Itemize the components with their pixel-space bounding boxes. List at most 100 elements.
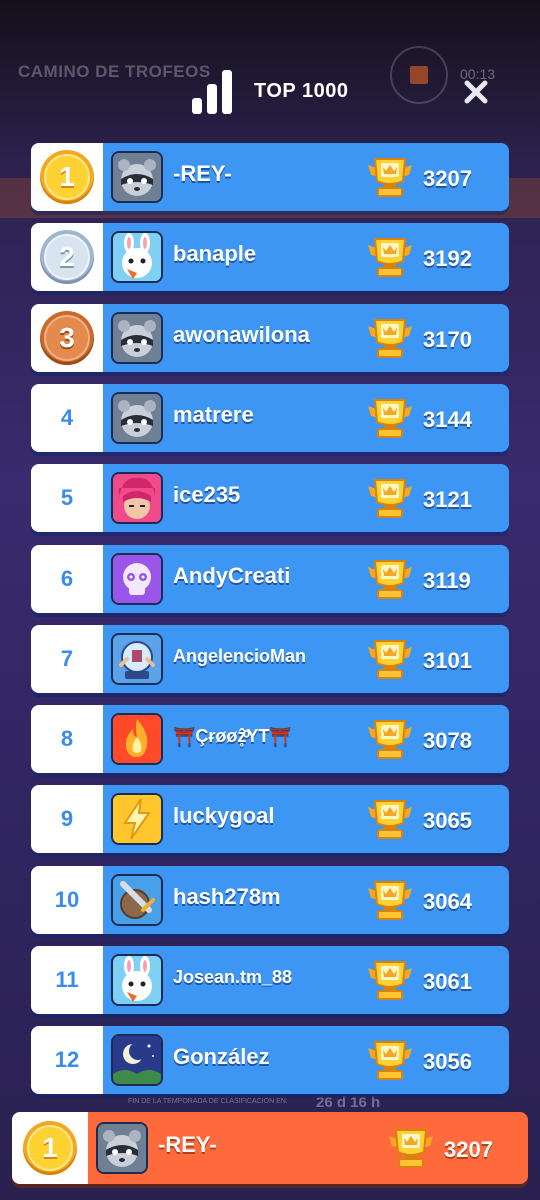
player-name: AndyCreati xyxy=(173,563,291,588)
player-name: hash278m xyxy=(173,884,281,909)
background-season-time: 26 d 16 h xyxy=(316,1094,381,1111)
trophy-score: 3078 xyxy=(423,728,472,753)
trophy-icon xyxy=(365,155,415,203)
trophy-icon xyxy=(365,878,415,926)
rank-cell: 9 xyxy=(31,785,103,853)
player-name: banaple xyxy=(173,241,257,266)
leaderboard-header: TOP 1000 xyxy=(0,64,540,124)
gold-medal-icon: 1 xyxy=(23,1121,77,1175)
leaderboard-row[interactable]: 10 hash278m 3064 xyxy=(31,866,509,934)
skull-avatar xyxy=(111,553,163,605)
rank-number: 11 xyxy=(55,967,79,992)
medal-rank-number: 1 xyxy=(27,1125,73,1171)
leaderboard-row[interactable]: 2 banaple 3192 xyxy=(31,223,509,291)
trophy-icon xyxy=(365,717,415,765)
raccoon-avatar xyxy=(111,312,163,364)
trophy-icon xyxy=(365,557,415,605)
leaderboard-row[interactable]: 1 -REY- 3207 xyxy=(31,143,509,211)
bunny-avatar xyxy=(111,231,163,283)
trophy-icon xyxy=(365,476,415,524)
leaderboard-row[interactable]: 5 ice235 3121 xyxy=(31,464,509,532)
trophy-score: 3192 xyxy=(423,246,472,271)
trophy-icon xyxy=(365,958,415,1006)
leaderboard-row[interactable]: 4 matrere 3144 xyxy=(31,384,509,452)
trophy-icon xyxy=(365,797,415,845)
trophy-score: 3101 xyxy=(423,648,472,673)
rank-cell: 3 xyxy=(31,304,103,372)
player-name: ⛩️Çɍøøẑ̥ͦYT⛩️ xyxy=(173,726,292,746)
rank-number: 6 xyxy=(60,566,74,591)
close-button[interactable] xyxy=(460,76,492,108)
trophy-icon xyxy=(365,1038,415,1086)
trophy-icon xyxy=(365,235,415,283)
player-name: AngelencioMan xyxy=(173,646,307,666)
medal-rank-number: 3 xyxy=(44,315,90,361)
silver-medal-icon: 2 xyxy=(40,230,94,284)
rank-number: 5 xyxy=(60,485,74,510)
rank-number: 9 xyxy=(60,806,74,831)
trophy-icon xyxy=(365,316,415,364)
leaderboard-row[interactable]: 8 ⛩️Çɍøøẑ̥ͦYT⛩️ 3078 xyxy=(31,705,509,773)
rank-cell: 5 xyxy=(31,464,103,532)
rank-cell: 8 xyxy=(31,705,103,773)
player-name: ice235 xyxy=(173,482,241,507)
close-icon xyxy=(464,80,488,104)
rank-cell: 1 xyxy=(12,1112,88,1184)
trophy-score: 3065 xyxy=(423,808,472,833)
rank-cell: 1 xyxy=(31,143,103,211)
current-player-row[interactable]: 1 -REY- 3207 xyxy=(12,1112,528,1184)
trophy-score: 3144 xyxy=(423,407,472,432)
player-name: matrere xyxy=(173,402,254,427)
rank-number: 10 xyxy=(54,887,80,912)
trophy-score: 3207 xyxy=(444,1137,493,1162)
rank-number: 7 xyxy=(60,646,74,671)
page-title: TOP 1000 xyxy=(254,80,349,102)
player-name: González xyxy=(173,1044,270,1069)
trophy-icon xyxy=(386,1126,436,1174)
trophy-score: 3064 xyxy=(423,889,472,914)
rank-number: 12 xyxy=(54,1047,80,1072)
trophy-icon xyxy=(365,396,415,444)
rank-cell: 6 xyxy=(31,545,103,613)
gold-medal-icon: 1 xyxy=(40,150,94,204)
medal-rank-number: 2 xyxy=(44,234,90,280)
trophy-score: 3207 xyxy=(423,166,472,191)
rank-cell: 12 xyxy=(31,1026,103,1094)
trophy-score: 3170 xyxy=(423,327,472,352)
background-season-label: FIN DE LA TEMPORADA DE CLASIFICACIÓN EN: xyxy=(128,1098,288,1105)
raccoon-avatar xyxy=(111,151,163,203)
leaderboard-row[interactable]: 6 AndyCreati 3119 xyxy=(31,545,509,613)
leaderboard-row[interactable]: 3 awonawilona 3170 xyxy=(31,304,509,372)
bunny-avatar xyxy=(111,954,163,1006)
player-name: Josean.tm_88 xyxy=(173,967,293,987)
snowglobe-avatar xyxy=(111,633,163,685)
rank-number: 8 xyxy=(60,726,74,751)
trophy-icon xyxy=(365,637,415,685)
raccoon-avatar xyxy=(111,392,163,444)
leaderboard-row[interactable]: 12 González 3056 xyxy=(31,1026,509,1094)
player-name: awonawilona xyxy=(173,322,310,347)
lightning-avatar xyxy=(111,793,163,845)
player-name: -REY- xyxy=(158,1132,217,1157)
rank-cell: 2 xyxy=(31,223,103,291)
trophy-score: 3119 xyxy=(423,568,471,593)
leaderboard-row[interactable]: 11 Josean.tm_88 3061 xyxy=(31,946,509,1014)
leaderboard-row[interactable]: 7 AngelencioMan 3101 xyxy=(31,625,509,693)
trophy-score: 3056 xyxy=(423,1049,472,1074)
rank-cell: 10 xyxy=(31,866,103,934)
pink-hair-avatar xyxy=(111,472,163,524)
fire-avatar xyxy=(111,713,163,765)
rank-number: 4 xyxy=(60,405,74,430)
raccoon-avatar xyxy=(96,1122,148,1174)
moon-night-avatar xyxy=(111,1034,163,1086)
rank-cell: 11 xyxy=(31,946,103,1014)
trophy-score: 3121 xyxy=(423,487,472,512)
leaderboard-row[interactable]: 9 luckygoal 3065 xyxy=(31,785,509,853)
trophy-score: 3061 xyxy=(423,969,472,994)
leaderboard-bars-icon xyxy=(190,68,236,120)
bronze-medal-icon: 3 xyxy=(40,311,94,365)
sword-shield-avatar xyxy=(111,874,163,926)
rank-cell: 7 xyxy=(31,625,103,693)
player-name: -REY- xyxy=(173,161,232,186)
player-name: luckygoal xyxy=(173,803,275,828)
